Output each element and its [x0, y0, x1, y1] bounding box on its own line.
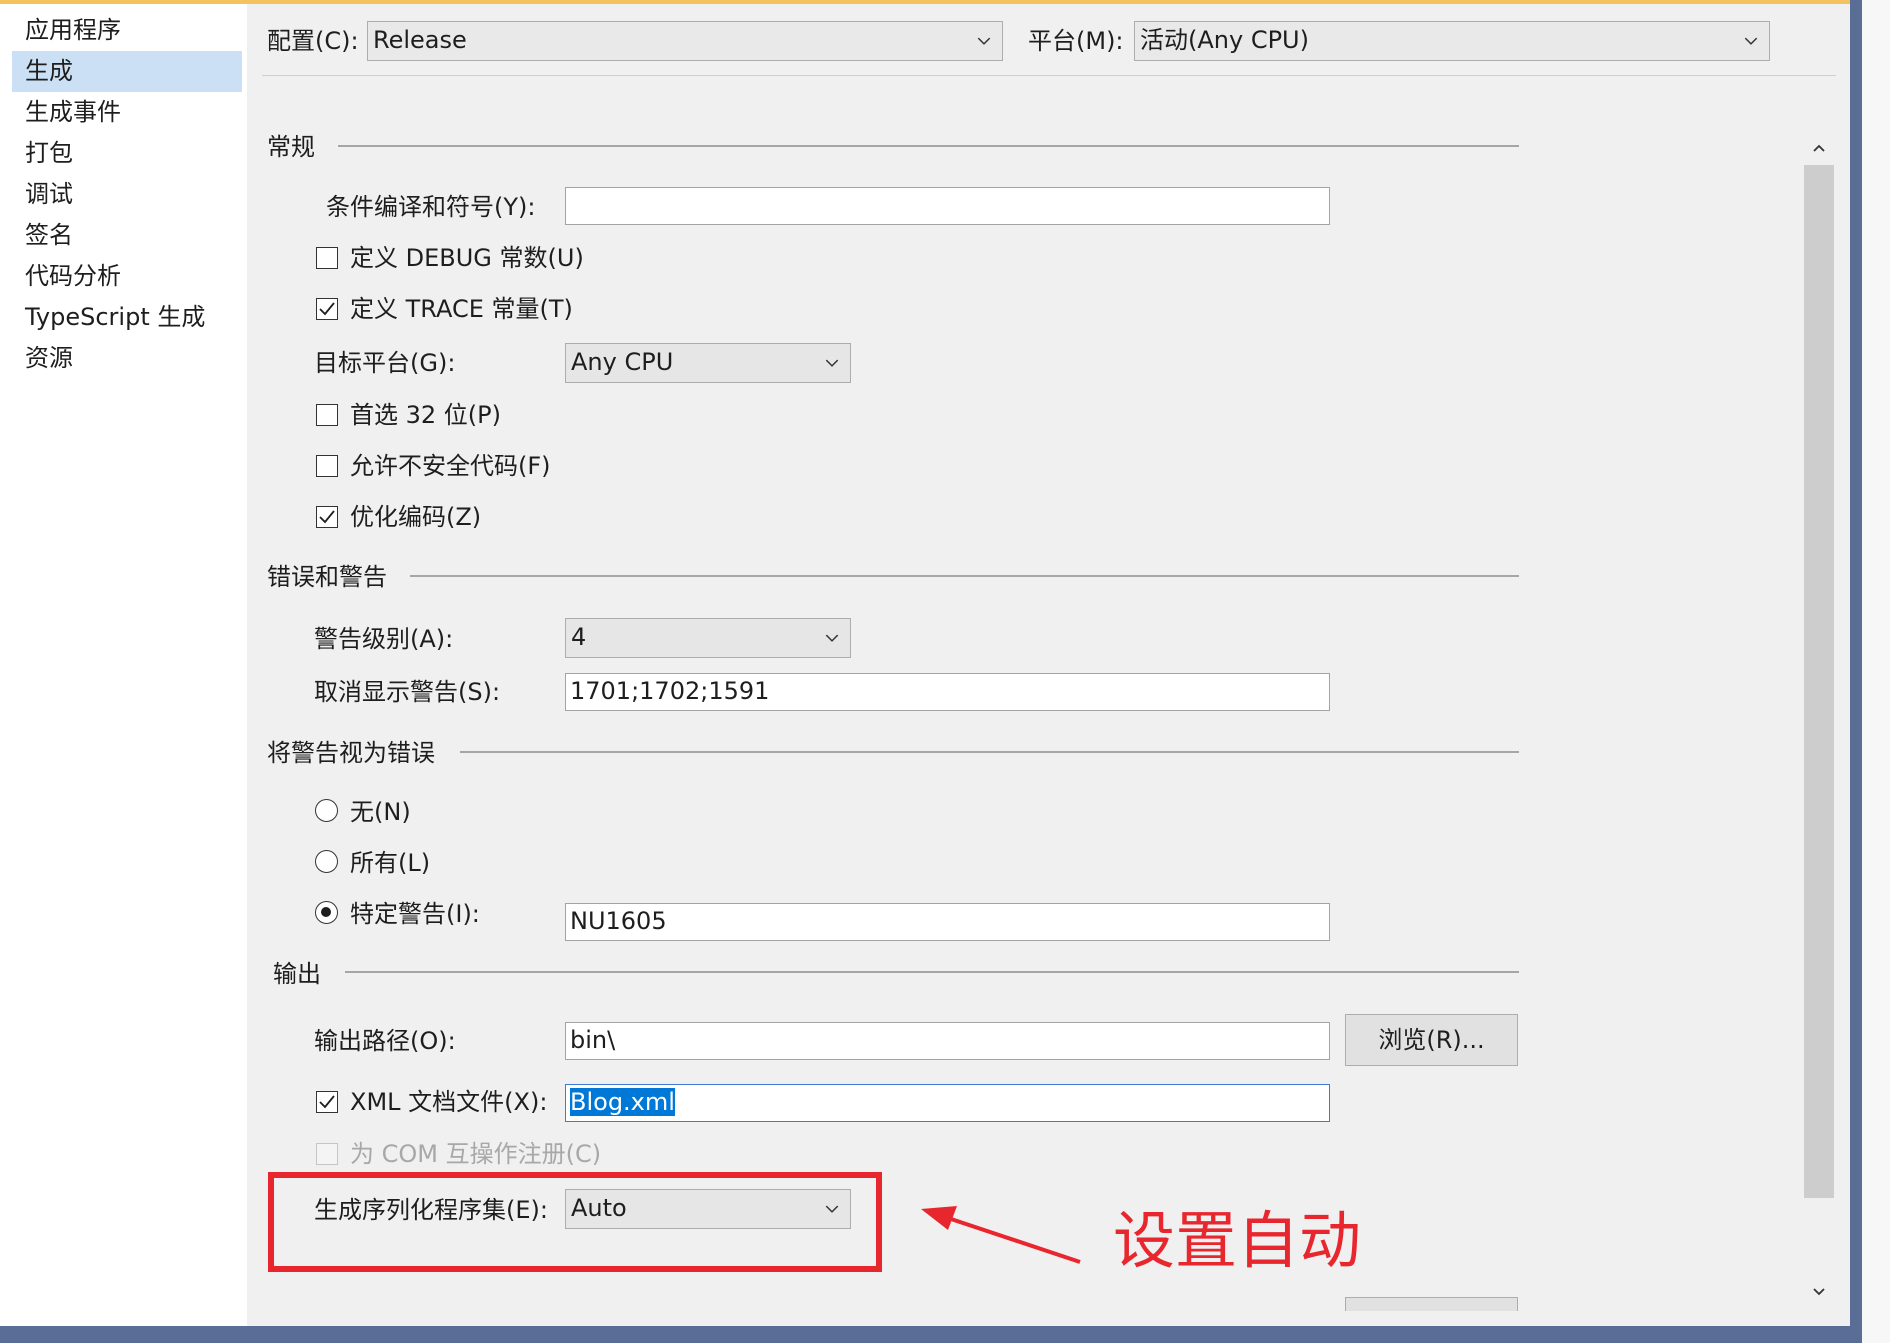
xml-doc-checkbox[interactable]: [316, 1091, 338, 1113]
treat-warnings-all-label: 所有(L): [350, 849, 431, 877]
config-value: Release: [373, 26, 467, 54]
define-debug-label: 定义 DEBUG 常数(U): [350, 244, 584, 272]
radio-selected-dot: [321, 907, 331, 917]
xml-doc-value: Blog.xml: [570, 1088, 675, 1116]
treat-warnings-all-radio[interactable]: [315, 850, 338, 873]
browse-button[interactable]: 浏览(R)...: [1345, 1014, 1518, 1066]
output-path-input[interactable]: bin\: [565, 1022, 1330, 1060]
specific-warnings-input[interactable]: NU1605: [565, 903, 1330, 941]
define-debug-checkbox[interactable]: [316, 247, 338, 269]
sidebar-item-signing[interactable]: 签名: [12, 215, 242, 256]
warning-level-dropdown[interactable]: 4: [565, 618, 851, 658]
header-divider: [262, 75, 1836, 76]
sidebar-item-resources[interactable]: 资源: [12, 338, 242, 379]
platform-dropdown[interactable]: 活动(Any CPU): [1134, 21, 1770, 61]
allow-unsafe-label: 允许不安全代码(F): [350, 452, 551, 480]
scroll-up-icon[interactable]: [1810, 140, 1828, 156]
sidebar-item-application[interactable]: 应用程序: [12, 10, 242, 51]
sidebar-item-code-analysis[interactable]: 代码分析: [12, 256, 242, 297]
annotation-highlight-box: [268, 1172, 882, 1272]
sidebar: 应用程序 生成 生成事件 打包 调试 签名 代码分析 TypeScript 生成…: [0, 4, 247, 1326]
sidebar-item-build-events[interactable]: 生成事件: [12, 92, 242, 133]
section-title-errors: 错误和警告: [267, 563, 387, 591]
section-title-general: 常规: [267, 133, 315, 161]
target-platform-dropdown[interactable]: Any CPU: [565, 343, 851, 383]
chevron-down-icon: [825, 634, 839, 642]
treat-warnings-none-radio[interactable]: [315, 799, 338, 822]
chevron-down-icon: [1744, 37, 1758, 45]
scrollbar-thumb[interactable]: [1804, 165, 1834, 1198]
checkmark-icon: [319, 510, 335, 524]
sidebar-item-package[interactable]: 打包: [12, 133, 242, 174]
config-label: 配置(C):: [267, 27, 359, 55]
xml-doc-input[interactable]: Blog.xml: [565, 1084, 1330, 1122]
scroll-down-icon[interactable]: [1810, 1284, 1828, 1300]
config-dropdown[interactable]: Release: [367, 21, 1003, 61]
conditional-symbols-input[interactable]: [565, 187, 1330, 225]
top-accent-bar: [0, 0, 1850, 4]
prefer-32bit-label: 首选 32 位(P): [350, 401, 501, 429]
sidebar-item-build[interactable]: 生成: [12, 51, 242, 92]
optimize-label: 优化编码(Z): [350, 503, 482, 531]
target-platform-label: 目标平台(G):: [314, 349, 456, 377]
optimize-checkbox[interactable]: [316, 506, 338, 528]
annotation-text: 设置自动: [1113, 1204, 1362, 1277]
section-divider: [345, 971, 1519, 973]
section-divider: [460, 751, 1519, 753]
treat-warnings-specific-radio[interactable]: [315, 901, 338, 924]
section-divider: [338, 145, 1519, 147]
section-title-output: 输出: [273, 960, 321, 988]
warning-level-value: 4: [571, 623, 587, 651]
allow-unsafe-checkbox[interactable]: [316, 455, 338, 477]
sidebar-item-typescript-build[interactable]: TypeScript 生成: [12, 297, 242, 338]
advanced-button[interactable]: [1345, 1297, 1518, 1311]
chevron-down-icon: [977, 37, 991, 45]
section-title-treat-warnings: 将警告视为错误: [267, 739, 435, 767]
define-trace-label: 定义 TRACE 常量(T): [350, 295, 573, 323]
com-interop-label: 为 COM 互操作注册(C): [350, 1140, 602, 1168]
treat-warnings-specific-label: 特定警告(I):: [350, 900, 480, 928]
annotation-arrow-icon: [921, 1206, 1081, 1264]
checkmark-icon: [319, 302, 335, 316]
xml-doc-label: XML 文档文件(X):: [350, 1088, 548, 1116]
warning-level-label: 警告级别(A):: [314, 625, 454, 653]
status-bar: [0, 1326, 1850, 1343]
treat-warnings-none-label: 无(N): [350, 798, 411, 826]
suppress-warnings-label: 取消显示警告(S):: [314, 678, 501, 706]
sidebar-item-debug[interactable]: 调试: [12, 174, 242, 215]
platform-label: 平台(M):: [1028, 27, 1124, 55]
target-platform-value: Any CPU: [571, 348, 674, 376]
platform-value: 活动(Any CPU): [1140, 26, 1309, 54]
com-interop-checkbox[interactable]: [316, 1143, 338, 1165]
define-trace-checkbox[interactable]: [316, 298, 338, 320]
conditional-symbols-label: 条件编译和符号(Y):: [326, 193, 536, 221]
section-divider: [410, 575, 1519, 577]
checkmark-icon: [319, 1095, 335, 1109]
prefer-32bit-checkbox[interactable]: [316, 404, 338, 426]
output-path-label: 输出路径(O):: [314, 1027, 456, 1055]
suppress-warnings-input[interactable]: 1701;1702;1591: [565, 673, 1330, 711]
panel-splitter[interactable]: [1850, 0, 1862, 1343]
chevron-down-icon: [825, 359, 839, 367]
